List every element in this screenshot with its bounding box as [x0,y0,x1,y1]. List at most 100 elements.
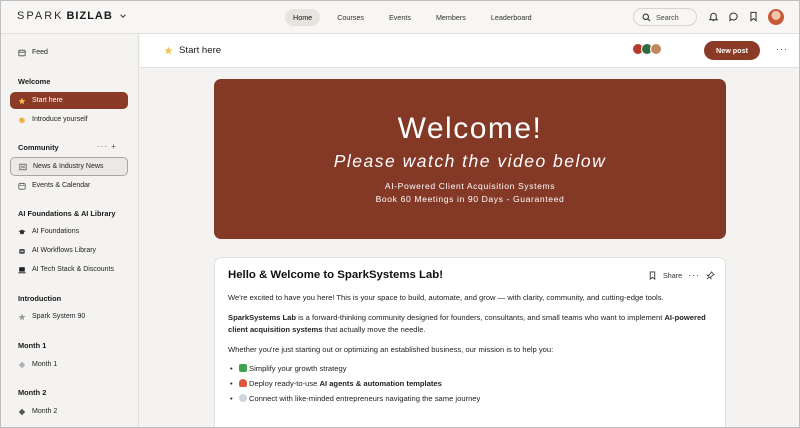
robot-icon [19,248,25,254]
sidebar-item-month-1[interactable]: Month 1 [10,356,128,373]
post-more-icon[interactable]: ··· [688,270,700,280]
list-item-text: Deploy ready-to-use [249,379,320,388]
nav-members[interactable]: Members [428,9,474,26]
post-list: Simplify your growth strategy Deploy rea… [228,363,718,406]
sidebar-item-start-here[interactable]: Start here [10,92,128,109]
user-avatar[interactable] [768,9,784,25]
top-icons [708,11,759,22]
bell-icon[interactable] [708,11,719,22]
diamond-icon [18,361,26,368]
graduation-cap-icon [18,229,26,234]
banner-subtitle: Please watch the video below [333,151,607,171]
checkmark-icon [239,364,247,372]
sidebar-item-ai-workflows[interactable]: AI Workflows Library [10,242,128,259]
bookmark-icon[interactable] [648,270,657,280]
banner-line-2: Book 60 Meetings in 90 Days - Guaranteed [375,194,565,204]
feed-icon [18,49,26,56]
main-nav: Home Courses Events Members Leaderboard [285,9,549,26]
pinned-post: Hello & Welcome to SparkSystems Lab! Sha… [214,257,726,427]
pin-icon[interactable] [706,270,715,280]
post-bold: SparkSystems Lab [228,312,296,322]
nav-home[interactable]: Home [285,9,321,26]
post-text: that actually move the needle. [322,325,426,334]
list-item-bold: AI agents & automation templates [319,379,442,388]
post-tools: Share ··· [648,270,715,280]
sidebar-item-month-2[interactable]: Month 2 [10,403,128,420]
sidebar-item-feed[interactable]: Feed [10,44,128,61]
space-header: Start here New post ··· [140,34,799,68]
sidebar-item-label: Month 2 [32,408,58,415]
chat-icon[interactable] [728,11,739,22]
post-paragraph: SparkSystems Lab is a forward-thinking c… [228,312,718,337]
sidebar-item-label: AI Foundations [32,228,80,235]
post-paragraph: Whether you're just starting out or opti… [228,344,554,354]
post-title[interactable]: Hello & Welcome to SparkSystems Lab! [228,269,443,281]
sidebar-item-label: Events & Calendar [32,182,91,189]
page-title-text: Start here [179,45,222,56]
sidebar-item-ai-tech-stack[interactable]: AI Tech Stack & Discounts [10,261,128,278]
member-avatar [650,43,662,55]
wave-hand-icon [19,117,25,123]
speech-bubble-icon [239,394,247,402]
search-icon [642,13,651,21]
member-avatars[interactable] [632,43,662,55]
section-ai-foundations: AI Foundations & AI Library [18,209,116,218]
sidebar-item-spark-system-90[interactable]: Spark System 90 [10,308,128,325]
sidebar-item-ai-foundations[interactable]: AI Foundations [10,223,128,240]
sidebar-item-label: Spark System 90 [32,313,86,320]
news-icon [19,163,27,170]
sidebar-item-label: Month 1 [32,361,58,368]
sidebar-item-introduce[interactable]: Introduce yourself [10,111,128,128]
sidebar-item-label: Feed [32,49,48,56]
logo[interactable]: SPARK BIZLAB [17,10,127,22]
star-icon [18,97,26,104]
calendar-icon [18,182,26,190]
list-item: Connect with like-minded entrepreneurs n… [228,393,718,406]
community-section-tools[interactable]: ··· + [97,142,117,151]
chevron-down-icon[interactable] [119,12,127,20]
post-text: is a forward-thinking community designed… [295,312,665,322]
sidebar-item-label: Introduce yourself [32,116,88,123]
sidebar-item-label: AI Tech Stack & Discounts [32,266,114,273]
section-welcome: Welcome [18,77,51,86]
section-community: Community [18,143,59,152]
star-icon [164,46,173,55]
search-button[interactable]: Search [633,8,697,26]
nav-courses[interactable]: Courses [329,9,372,26]
page-title: Start here [164,45,221,56]
sidebar-item-news[interactable]: News & Industry News [10,157,128,176]
list-item-text: Simplify your growth strategy [249,364,347,373]
sidebar-item-label: News & Industry News [33,163,104,170]
banner-title: Welcome! [397,112,543,145]
app-window: SPARK BIZLAB Home Courses Events Members… [0,0,800,428]
sidebar-item-label: Start here [32,97,63,104]
list-item: Simplify your growth strategy [228,363,718,376]
nav-leaderboard[interactable]: Leaderboard [483,9,540,26]
banner-line-1: AI-Powered Client Acquisition Systems [384,181,556,191]
logo-bizlab: BIZLAB [66,10,113,22]
top-bar: SPARK BIZLAB Home Courses Events Members… [1,1,799,34]
sidebar: Feed Welcome Start here Introduce yourse… [1,34,139,427]
main-content: Welcome! Please watch the video below AI… [140,68,799,427]
sidebar-item-label: AI Workflows Library [32,247,97,254]
laptop-icon [18,266,26,273]
rocket-icon [239,379,247,387]
list-item: Deploy ready-to-use AI agents & automati… [228,378,718,391]
nav-events[interactable]: Events [381,9,419,26]
search-label: Search [656,12,679,22]
star-outline-icon [18,313,26,320]
share-button[interactable]: Share [663,271,682,280]
logo-spark: SPARK [17,10,64,22]
new-post-button[interactable]: New post [704,41,760,60]
list-item-text: Connect with like-minded entrepreneurs n… [249,394,481,403]
diamond-icon [18,408,26,415]
sidebar-item-events[interactable]: Events & Calendar [10,177,128,194]
post-paragraph: We're excited to have you here! This is … [228,293,664,302]
section-month-2: Month 2 [18,388,47,397]
more-options-icon[interactable]: ··· [776,44,788,54]
bookmark-icon[interactable] [748,11,759,22]
welcome-banner: Welcome! Please watch the video below AI… [214,79,726,239]
section-introduction: Introduction [18,294,62,303]
section-month-1: Month 1 [18,341,47,350]
post-body: We're excited to have you here! This is … [228,292,718,408]
